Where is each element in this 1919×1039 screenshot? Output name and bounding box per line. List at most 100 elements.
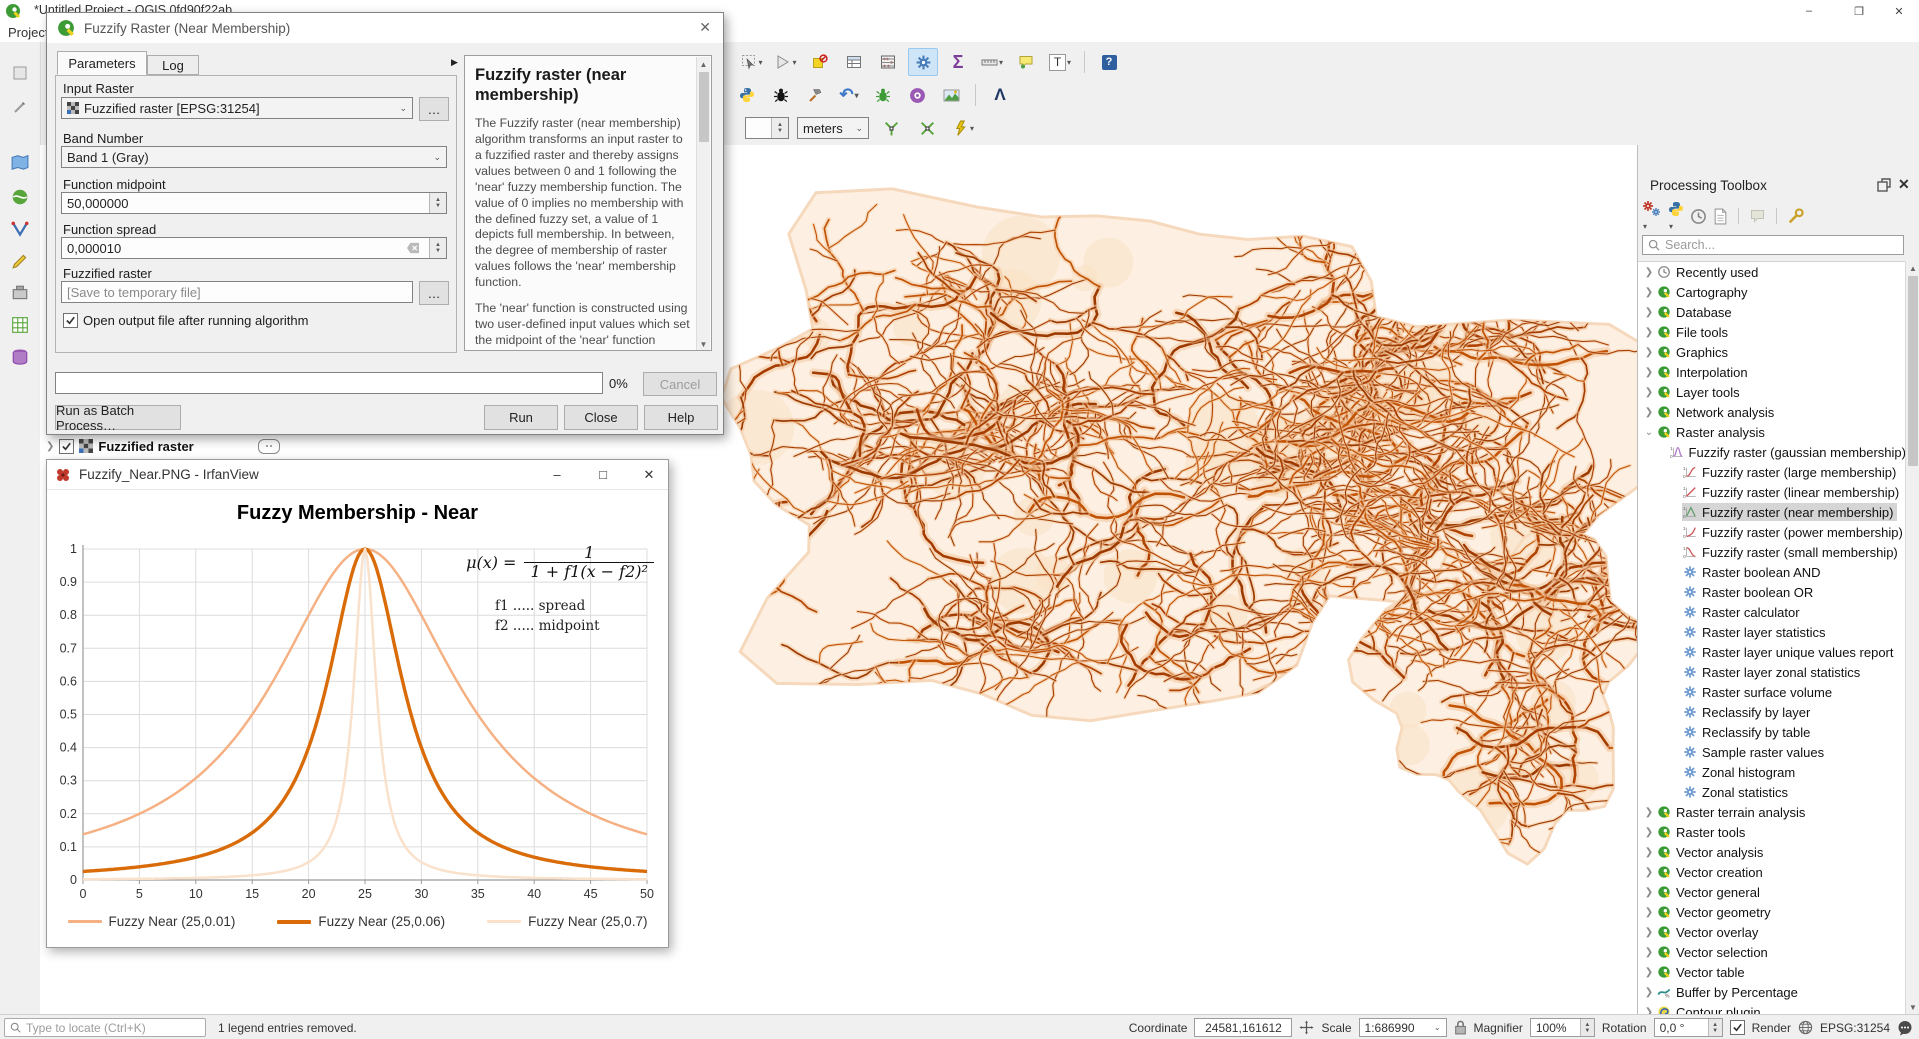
toolbox-tree-item[interactable]: 10Fuzzify raster (gaussian membership)	[1638, 442, 1906, 462]
snapping-units-select[interactable]: meters⌄	[797, 117, 869, 139]
snap-vertex-icon[interactable]	[877, 115, 905, 141]
close-button[interactable]: Close	[564, 405, 638, 430]
chevron-right-icon[interactable]: ❯	[1642, 827, 1656, 838]
coordinate-value[interactable]: 24581,161612	[1194, 1018, 1292, 1037]
toolbox-tree-item[interactable]: ❯Vector table	[1638, 962, 1906, 982]
toolbox-tree-item[interactable]: ❯Vector creation	[1638, 862, 1906, 882]
python-console-icon[interactable]	[733, 82, 761, 108]
toolbox-tree-item[interactable]: 10Fuzzify raster (linear membership)	[1638, 482, 1906, 502]
chevron-right-icon[interactable]: ❯	[1642, 807, 1656, 818]
help-icon[interactable]: ?	[1095, 49, 1123, 75]
help-button[interactable]: Help	[644, 405, 718, 430]
close-icon[interactable]: ✕	[699, 19, 711, 36]
dialog-titlebar[interactable]: Fuzzify Raster (Near Membership) ✕	[47, 13, 723, 43]
toolbox-tree-item[interactable]: ❯Raster tools	[1638, 822, 1906, 842]
chevron-right-icon[interactable]: ❯	[1642, 347, 1656, 358]
toolbox-tree-item[interactable]: Sample raster values	[1638, 742, 1906, 762]
left-tool-icon-1[interactable]	[6, 60, 34, 86]
output-file-input[interactable]: [Save to temporary file]	[61, 281, 413, 303]
extents-toggle-icon[interactable]	[1299, 1020, 1314, 1035]
chevron-right-icon[interactable]: ❯	[1642, 907, 1656, 918]
tab-log[interactable]: Log	[147, 55, 199, 75]
debug-bug-icon[interactable]	[767, 82, 795, 108]
map-tips-icon[interactable]	[1012, 49, 1040, 75]
toolbox-tree-item[interactable]: ❯Layer tools	[1638, 382, 1906, 402]
maximize-button[interactable]: □	[584, 461, 622, 489]
scroll-up-icon[interactable]: ▲	[697, 57, 710, 71]
scrollbar-thumb[interactable]	[1908, 276, 1918, 466]
options-wrench-icon[interactable]	[1787, 208, 1804, 225]
messages-icon[interactable]	[1897, 1020, 1913, 1036]
chevron-right-icon[interactable]: ❯	[1642, 967, 1656, 978]
toolbox-tree-item[interactable]: 10Fuzzify raster (near membership)	[1638, 502, 1906, 522]
run-button[interactable]: Run	[484, 405, 558, 430]
chevron-down-icon[interactable]: ⌄	[1642, 427, 1656, 438]
chevron-right-icon[interactable]: ❯	[1642, 407, 1656, 418]
toolbox-tree-item[interactable]: ❯Interpolation	[1638, 362, 1906, 382]
toolbox-tree-item[interactable]: 10Fuzzify raster (power membership)	[1638, 522, 1906, 542]
toolbox-tree-item[interactable]: 10Fuzzify raster (small membership)	[1638, 542, 1906, 562]
toolbox-tree-item[interactable]: ❯Graphics	[1638, 342, 1906, 362]
scroll-up-icon[interactable]: ▲	[1906, 261, 1919, 275]
georeferencer-icon[interactable]	[937, 82, 965, 108]
toolbox-tree-item[interactable]: ❯Cartography	[1638, 282, 1906, 302]
plugin-bug-icon[interactable]	[869, 82, 897, 108]
close-button[interactable]: ✕	[1879, 0, 1919, 22]
output-browse-button[interactable]: …	[419, 281, 449, 305]
toolbox-tree-item[interactable]: ❯%Buffer by Percentage	[1638, 982, 1906, 1002]
chevron-right-icon[interactable]: ❯	[1642, 327, 1656, 338]
chevron-right-icon[interactable]: ❯	[1642, 287, 1656, 298]
scroll-down-icon[interactable]: ▼	[697, 337, 710, 351]
lock-icon[interactable]	[1454, 1020, 1467, 1035]
python-icon[interactable]: ▾	[1668, 201, 1684, 232]
layer-visibility-checkbox[interactable]	[59, 439, 74, 454]
function-midpoint-input[interactable]: 50,000000▲▼	[61, 192, 447, 214]
build-hammer-icon[interactable]	[801, 82, 829, 108]
processing-gears-icon[interactable]: ▾	[1642, 200, 1662, 232]
toolbox-tree-item[interactable]: ❯Vector analysis	[1638, 842, 1906, 862]
chevron-right-icon[interactable]: ❯	[1642, 267, 1656, 278]
log-file-icon[interactable]	[1713, 208, 1728, 225]
deselect-icon[interactable]: ▾	[772, 49, 800, 75]
chevron-right-icon[interactable]: ❯	[1642, 867, 1656, 878]
toolbox-tree-item[interactable]: ❯Raster terrain analysis	[1638, 802, 1906, 822]
snapping-tolerance-input[interactable]: ▲▼	[745, 117, 789, 139]
snap-intersection-icon[interactable]: ▾	[949, 115, 977, 141]
rotation-input[interactable]: 0,0 °▲▼	[1654, 1018, 1723, 1037]
minimize-button[interactable]: –	[1789, 0, 1829, 22]
toolbox-tree-item[interactable]: Zonal statistics	[1638, 782, 1906, 802]
chevron-right-icon[interactable]: ❯	[1642, 987, 1656, 998]
function-spread-input[interactable]: 0,000010 ▲▼	[61, 237, 447, 259]
minimize-button[interactable]: –	[538, 461, 576, 489]
input-raster-select[interactable]: Fuzzified raster [EPSG:31254]⌄	[61, 97, 413, 119]
toolbox-tree-item[interactable]: Zonal histogram	[1638, 762, 1906, 782]
attribute-table-icon[interactable]	[840, 49, 868, 75]
statistics-icon[interactable]	[874, 49, 902, 75]
magnifier-input[interactable]: 100%▲▼	[1530, 1018, 1595, 1037]
crs-globe-icon[interactable]	[1798, 1020, 1813, 1035]
toolbox-tree-item[interactable]: ❯Vector selection	[1638, 942, 1906, 962]
scroll-down-icon[interactable]: ▼	[1906, 1000, 1919, 1014]
toolbox-tree-item[interactable]: Raster boolean OR	[1638, 582, 1906, 602]
clear-value-icon[interactable]	[406, 242, 420, 254]
plugin-manager-icon[interactable]	[903, 82, 931, 108]
scrollbar-thumb[interactable]	[699, 72, 709, 142]
snap-segment-icon[interactable]	[913, 115, 941, 141]
help-scrollbar[interactable]: ▲ ▼	[696, 57, 710, 351]
no-edits-icon[interactable]	[806, 49, 834, 75]
run-as-batch-button[interactable]: Run as Batch Process…	[55, 405, 181, 430]
toolbox-tree-item[interactable]: ❯Vector geometry	[1638, 902, 1906, 922]
chevron-right-icon[interactable]: ❯	[1642, 367, 1656, 378]
toolbox-tree-item[interactable]: Reclassify by table	[1638, 722, 1906, 742]
help-collapse-arrow-icon[interactable]: ▶	[451, 57, 458, 68]
toolbox-tree-item[interactable]: Raster layer unique values report	[1638, 642, 1906, 662]
chevron-right-icon[interactable]: ❯	[1642, 307, 1656, 318]
left-tool-icon-9[interactable]	[6, 344, 34, 370]
left-tool-icon-3[interactable]	[6, 150, 34, 176]
open-output-checkbox[interactable]	[63, 313, 78, 328]
select-features-icon[interactable]: ▾	[738, 49, 766, 75]
toolbox-tree-item[interactable]: ❯Vector overlay	[1638, 922, 1906, 942]
text-annotation-icon[interactable]: T▾	[1046, 49, 1074, 75]
chevron-right-icon[interactable]: ❯	[1642, 387, 1656, 398]
layer-item[interactable]: ❯ Fuzzified raster	[40, 435, 290, 457]
